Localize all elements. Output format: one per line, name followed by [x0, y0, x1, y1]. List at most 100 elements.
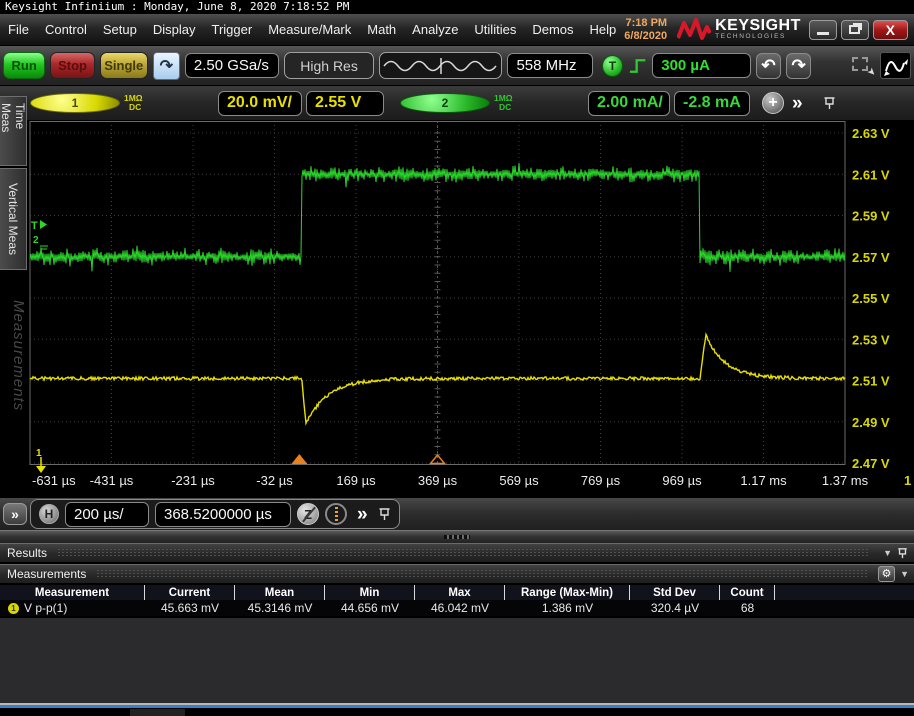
- tab-vertical-meas[interactable]: Vertical Meas: [0, 168, 27, 270]
- hbar-group: H 200 µs/ 368.5200000 µs Z »: [30, 499, 400, 529]
- row-max-value: 46.042 mV: [430, 601, 490, 615]
- horizontal-badge[interactable]: H: [39, 504, 59, 524]
- ch2-scale-display[interactable]: 2.00 mA/: [588, 90, 670, 116]
- col-mean[interactable]: Mean: [235, 585, 325, 600]
- x-axis-label: 569 µs: [499, 473, 539, 488]
- timebase-position-display[interactable]: 368.5200000 µs: [155, 501, 291, 527]
- results-collapse-icon[interactable]: ▼: [878, 548, 897, 558]
- waveform-display[interactable]: 2.63 V 2.61 V 2.59 V 2.57 V 2.55 V 2.53 V 2.51…: [28, 121, 914, 498]
- col-count[interactable]: Count: [720, 585, 775, 600]
- row-range-value: 1.386 mV: [541, 601, 594, 615]
- ch1-badge[interactable]: 1: [30, 93, 120, 113]
- x-axis-label: 369 µs: [418, 473, 458, 488]
- ch1-offset-display[interactable]: 2.55 V: [306, 90, 384, 116]
- menu-display[interactable]: Display: [145, 14, 204, 45]
- undo-button[interactable]: ↶: [756, 52, 782, 79]
- trigger-level-display[interactable]: 300 µA: [652, 53, 752, 78]
- acquisition-mode-button[interactable]: High Res: [283, 52, 375, 79]
- menu-math[interactable]: Math: [359, 14, 404, 45]
- single-button[interactable]: Single: [99, 52, 148, 79]
- y-axis-label: 2.49 V: [852, 415, 890, 430]
- horizontal-bar: » H 200 µs/ 368.5200000 µs Z »: [0, 498, 914, 530]
- col-max[interactable]: Max: [415, 585, 505, 600]
- x-axis-label: 1.37 ms: [822, 473, 869, 488]
- results-texture: [57, 548, 869, 558]
- panel-splitter[interactable]: [0, 530, 914, 543]
- trigger-badge[interactable]: T: [601, 54, 623, 77]
- zoom-disabled-button[interactable]: Z: [297, 503, 319, 525]
- region-select-button[interactable]: ➤: [850, 54, 878, 79]
- hbar-chevrons[interactable]: »: [353, 505, 372, 524]
- maximize-icon: [849, 25, 861, 34]
- pin-icon[interactable]: [823, 96, 836, 111]
- col-stddev[interactable]: Std Dev: [630, 585, 720, 600]
- menu-measure-mark[interactable]: Measure/Mark: [260, 14, 359, 45]
- results-panel-bar[interactable]: Results ▼: [0, 543, 914, 563]
- channel-more-chevrons[interactable]: »: [788, 94, 807, 113]
- menu-help[interactable]: Help: [582, 14, 625, 45]
- dashed-box-icon: [852, 56, 869, 71]
- ch1-scale-display[interactable]: 20.0 mV/: [218, 90, 302, 116]
- minimize-icon: [816, 32, 829, 35]
- markers-button[interactable]: [325, 503, 347, 525]
- trigger-edge-icon[interactable]: [628, 55, 647, 77]
- waveform-preview[interactable]: [379, 52, 503, 79]
- stop-button[interactable]: Stop: [50, 52, 95, 79]
- maximize-button[interactable]: [840, 19, 869, 40]
- menu-analyze[interactable]: Analyze: [404, 14, 466, 45]
- touch-arrow-icon: ↷: [159, 57, 174, 75]
- sample-rate-display[interactable]: 2.50 GSa/s: [184, 53, 279, 78]
- ch2-offset-display[interactable]: -2.8 mA: [674, 90, 750, 116]
- hbar-more-button[interactable]: »: [3, 503, 27, 525]
- redo-button[interactable]: ↷: [786, 52, 812, 79]
- measurements-panel-bar[interactable]: Measurements ⚙ ▼: [0, 564, 914, 584]
- run-button[interactable]: Run: [3, 52, 46, 79]
- close-button[interactable]: X: [872, 19, 908, 40]
- trigger-time-marker[interactable]: [291, 454, 308, 464]
- results-pin-icon[interactable]: [897, 547, 914, 560]
- signal-arrows-icon: [883, 58, 908, 76]
- menu-utilities[interactable]: Utilities: [466, 14, 524, 45]
- brand-name: KEYSIGHT: [715, 17, 801, 35]
- col-current[interactable]: Current: [145, 585, 235, 600]
- table-row[interactable]: 1 V p-p(1) 45.663 mV 45.3146 mV 44.656 m…: [0, 600, 914, 616]
- add-channel-button[interactable]: +: [762, 92, 784, 114]
- ch1-coupling[interactable]: 1MΩ DC: [124, 93, 214, 113]
- corner-channel-label: 1: [904, 473, 911, 488]
- autoscale-button[interactable]: [880, 52, 912, 79]
- ch2-badge[interactable]: 2: [400, 93, 490, 113]
- gear-button[interactable]: ⚙: [878, 566, 896, 582]
- hbar-pin-icon[interactable]: [378, 507, 391, 522]
- x-axis-label: 1.17 ms: [740, 473, 787, 488]
- col-measurement[interactable]: Measurement: [0, 585, 145, 600]
- measurements-texture: [96, 569, 869, 579]
- row-stddev-value: 320.4 µV: [650, 601, 700, 615]
- touch-button[interactable]: ↷: [152, 51, 180, 80]
- tab-time-meas[interactable]: Time Meas: [0, 96, 27, 166]
- menu-trigger[interactable]: Trigger: [203, 14, 260, 45]
- y-axis-label: 2.63 V: [852, 126, 890, 141]
- col-min[interactable]: Min: [325, 585, 415, 600]
- y-axis-label: 2.57 V: [852, 250, 890, 265]
- measurements-table: Measurement Current Mean Min Max Range (…: [0, 585, 914, 616]
- trigger-level-marker: T: [31, 220, 38, 232]
- col-range[interactable]: Range (Max-Min): [505, 585, 630, 600]
- menu-control[interactable]: Control: [37, 14, 95, 45]
- timebase-scale-display[interactable]: 200 µs/: [65, 501, 149, 527]
- splitter-grip-icon: [444, 535, 470, 539]
- bandwidth-display[interactable]: 558 MHz: [507, 53, 593, 78]
- row-count-value: 68: [740, 601, 755, 615]
- oscilloscope-plot[interactable]: 2.63 V 2.61 V 2.59 V 2.57 V 2.55 V 2.53 V 2.51…: [28, 121, 914, 498]
- table-header-row: Measurement Current Mean Min Max Range (…: [0, 585, 914, 600]
- menu-file[interactable]: File: [0, 14, 37, 45]
- x-axis-label: -32 µs: [256, 473, 293, 488]
- menu-setup[interactable]: Setup: [95, 14, 145, 45]
- dotted-line-icon: [334, 506, 338, 522]
- menu-demos[interactable]: Demos: [524, 14, 581, 45]
- keysight-spark-icon: [677, 17, 712, 40]
- channel-bar: 1 1MΩ DC 20.0 mV/ 2.55 V 2 1MΩ DC 2.00 m…: [0, 86, 914, 121]
- ch2-coupling[interactable]: 1MΩ DC: [494, 93, 584, 113]
- minimize-button[interactable]: [808, 19, 837, 40]
- measurements-collapse-icon[interactable]: ▼: [895, 569, 914, 579]
- menu-bar: File Control Setup Display Trigger Measu…: [0, 14, 914, 46]
